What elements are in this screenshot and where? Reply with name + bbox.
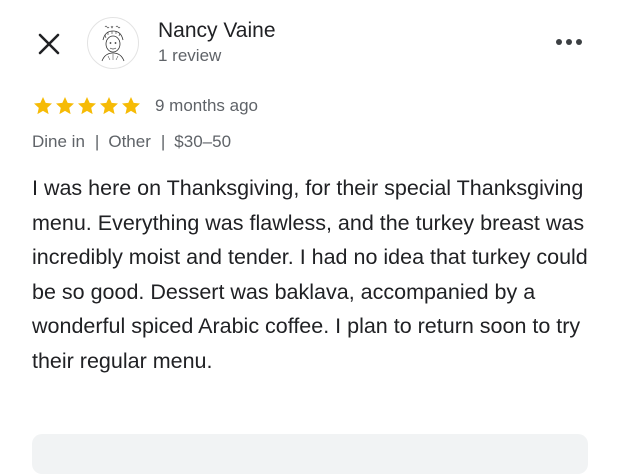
author-name[interactable]: Nancy Vaine bbox=[158, 18, 276, 44]
review-text: I was here on Thanksgiving, for their sp… bbox=[32, 176, 588, 373]
review-tags: Dine in | Other | $30–50 bbox=[32, 131, 231, 153]
star-icon bbox=[100, 97, 118, 115]
tag-price-range: $30–50 bbox=[174, 132, 232, 151]
more-options-button[interactable] bbox=[550, 30, 590, 54]
owner-response-box bbox=[32, 434, 588, 474]
close-button[interactable] bbox=[33, 28, 65, 60]
star-icon bbox=[56, 97, 74, 115]
tag-service-type: Dine in bbox=[32, 132, 85, 151]
star-icon bbox=[34, 97, 52, 115]
close-icon bbox=[38, 33, 60, 55]
star-icon bbox=[78, 97, 96, 115]
tag-meal-type: Other bbox=[108, 132, 151, 151]
tag-separator: | bbox=[160, 132, 166, 151]
avatar[interactable] bbox=[87, 17, 139, 69]
tag-separator: | bbox=[94, 132, 100, 151]
author-review-count: 1 review bbox=[158, 46, 222, 65]
rating-row: 9 months ago bbox=[32, 93, 258, 119]
star-rating bbox=[32, 95, 142, 117]
star-icon bbox=[122, 97, 140, 115]
review-date: 9 months ago bbox=[155, 96, 259, 115]
sketch-portrait-avatar-icon bbox=[101, 25, 125, 62]
more-options-icon bbox=[556, 39, 582, 45]
